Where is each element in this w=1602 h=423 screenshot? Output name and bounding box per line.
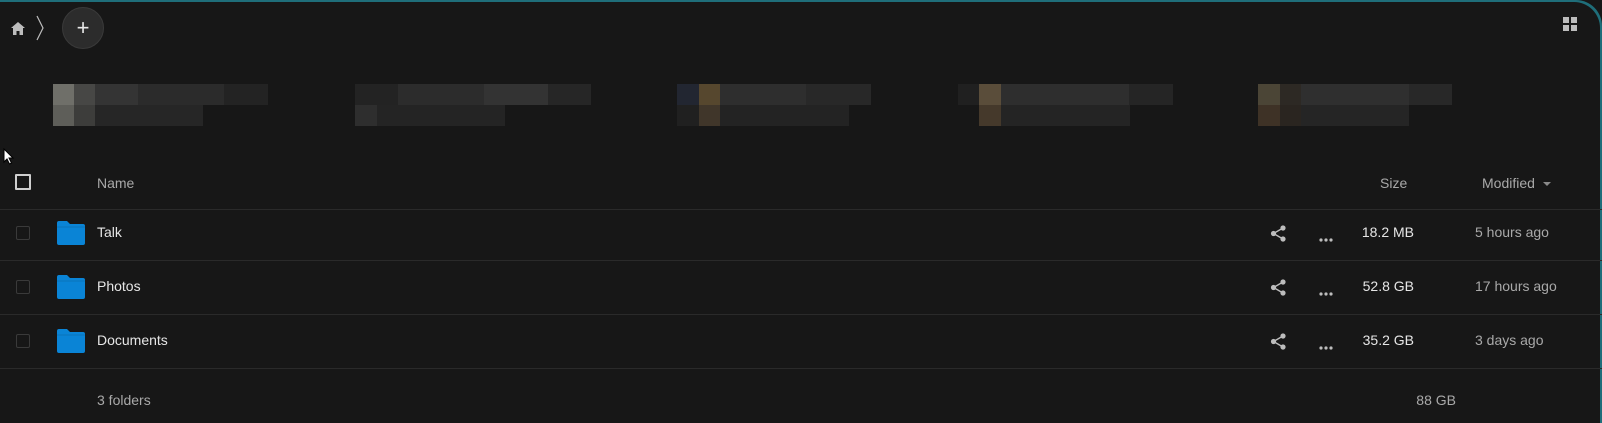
breadcrumb [9,10,47,46]
file-name[interactable]: Talk [97,224,122,240]
table-row[interactable]: Talk 18.2 MB 5 hours ago [0,206,1602,261]
new-button-label: + [76,15,90,40]
folder-icon [57,329,85,353]
chevron-right-icon [33,14,47,42]
file-modified: 3 days ago [1475,332,1544,348]
recommendation-card[interactable] [958,84,1173,126]
more-actions-icon[interactable] [1318,230,1334,242]
folder-count: 3 folders [97,392,151,408]
folder-icon [57,221,85,245]
share-icon[interactable] [1270,225,1287,242]
row-checkbox[interactable] [16,334,30,348]
share-icon[interactable] [1270,333,1287,350]
more-actions-icon[interactable] [1318,284,1334,296]
new-button[interactable]: + [62,7,104,49]
recommendation-card[interactable] [677,84,871,126]
name-column-header[interactable]: Name [97,175,134,191]
table-row[interactable]: Documents 35.2 GB 3 days ago [0,314,1602,369]
row-checkbox[interactable] [16,226,30,240]
recommendation-card[interactable] [53,84,268,126]
size-column-header[interactable]: Size [1380,175,1407,191]
file-modified: 17 hours ago [1475,278,1557,294]
file-size: 35.2 GB [1362,332,1414,348]
home-icon[interactable] [9,19,27,37]
select-all-checkbox[interactable] [15,174,31,190]
row-checkbox[interactable] [16,280,30,294]
total-size: 88 GB [1416,392,1456,408]
file-name[interactable]: Documents [97,332,168,348]
modified-header-label: Modified [1482,175,1535,191]
recommendations-strip [0,84,1540,128]
share-icon[interactable] [1270,279,1287,296]
recommendation-card[interactable] [1258,84,1452,126]
more-actions-icon[interactable] [1318,338,1334,350]
grid-view-icon[interactable] [1563,17,1579,33]
table-row[interactable]: Photos 52.8 GB 17 hours ago [0,260,1602,315]
sort-caret-icon [1542,182,1551,186]
table-header: Name Size Modified [0,165,1602,210]
table-footer: 3 folders 88 GB [0,388,1602,418]
folder-icon [57,275,85,299]
file-size: 18.2 MB [1361,224,1414,240]
file-modified: 5 hours ago [1475,224,1549,240]
modified-column-header[interactable]: Modified [1482,175,1551,191]
file-size: 52.8 GB [1362,278,1414,294]
recommendation-card[interactable] [355,84,591,126]
file-name[interactable]: Photos [97,278,141,294]
